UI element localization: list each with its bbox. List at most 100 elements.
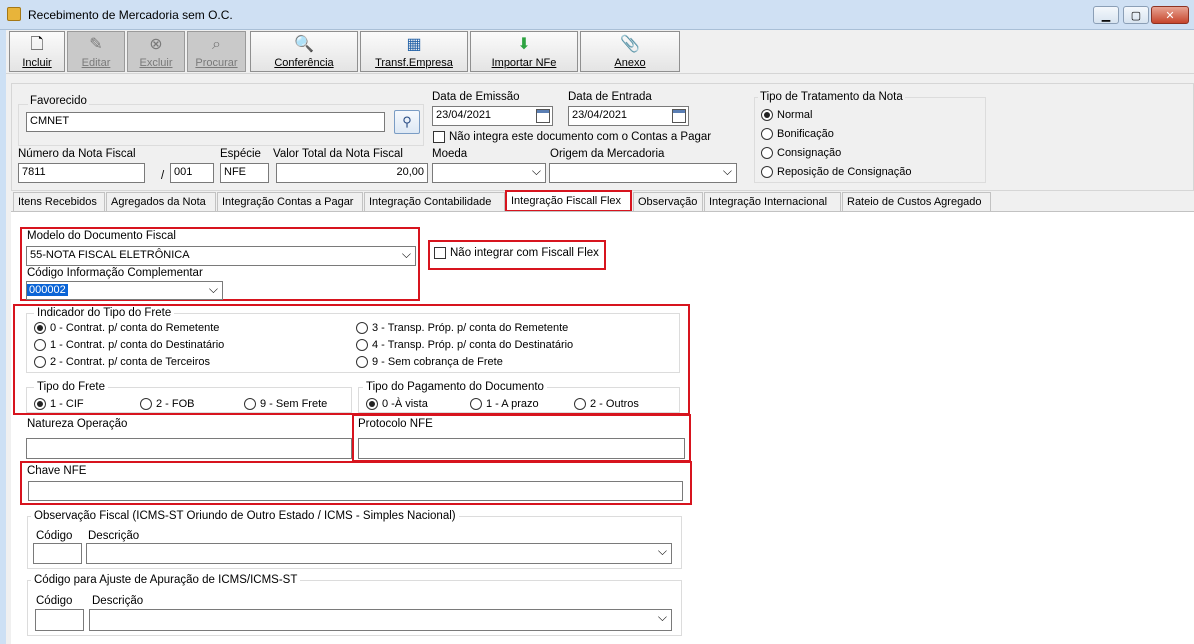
- building-icon: ▦: [406, 36, 422, 53]
- nao-integra-checkbox[interactable]: Não integra este documento com o Contas …: [433, 131, 711, 143]
- frete-3-radio[interactable]: 3 - Transp. Próp. p/ conta do Remetente: [356, 322, 568, 334]
- frete-0-radio[interactable]: 0 - Contrat. p/ conta do Remetente: [34, 322, 219, 334]
- frete-2-radio[interactable]: 2 - Contrat. p/ conta de Terceiros: [34, 356, 210, 368]
- serie-separator: /: [161, 170, 165, 182]
- radio[interactable]: [356, 339, 368, 351]
- radio[interactable]: [244, 398, 256, 410]
- radio-label: 1 - A prazo: [486, 398, 539, 410]
- moeda-label: Moeda: [432, 148, 468, 160]
- pagamento-vista-radio[interactable]: 0 -À vista: [366, 398, 428, 410]
- radio-selected[interactable]: [761, 109, 773, 121]
- moeda-select[interactable]: [432, 163, 546, 183]
- origem-select[interactable]: [549, 163, 737, 183]
- ajuste-codigo-label: Código: [36, 595, 73, 607]
- tratamento-reposicao-radio[interactable]: Reposição de Consignação: [761, 166, 912, 178]
- data-entrada-input[interactable]: 23/04/2021: [568, 106, 689, 126]
- data-emissao-input[interactable]: 23/04/2021: [432, 106, 553, 126]
- tab-agregados[interactable]: Agregados da Nota: [106, 192, 216, 212]
- radio[interactable]: [34, 356, 46, 368]
- radio[interactable]: [761, 128, 773, 140]
- valor-total-input[interactable]: 20,00: [276, 163, 428, 183]
- radio-label: 2 - FOB: [156, 398, 195, 410]
- magnifier-icon: ⚲: [402, 114, 412, 129]
- nao-integrar-checkbox[interactable]: Não integrar com Fiscall Flex: [434, 247, 599, 259]
- download-arrow-icon: ⬇: [517, 36, 531, 53]
- frete-9-radio[interactable]: 9 - Sem cobrança de Frete: [356, 356, 503, 368]
- procurar-button[interactable]: ⌕ Procurar: [187, 31, 246, 72]
- natureza-input[interactable]: [26, 438, 352, 459]
- pagamento-prazo-radio[interactable]: 1 - A prazo: [470, 398, 539, 410]
- obs-fiscal-label: Observação Fiscal (ICMS-ST Oriundo de Ou…: [31, 510, 459, 522]
- checkbox-box[interactable]: [433, 131, 445, 143]
- tipo-tratamento-label: Tipo de Tratamento da Nota: [758, 91, 905, 103]
- tab-contas-pagar[interactable]: Integração Contas a Pagar: [217, 192, 363, 212]
- excluir-button[interactable]: ⊗ Excluir: [127, 31, 185, 72]
- checkbox-box[interactable]: [434, 247, 446, 259]
- chave-label: Chave NFE: [27, 465, 87, 477]
- tipo-frete-cif-radio[interactable]: 1 - CIF: [34, 398, 84, 410]
- frete-4-radio[interactable]: 4 - Transp. Próp. p/ conta do Destinatár…: [356, 339, 573, 351]
- radio[interactable]: [470, 398, 482, 410]
- nao-integra-label: Não integra este documento com o Contas …: [449, 131, 712, 143]
- radio-selected[interactable]: [366, 398, 378, 410]
- maximize-button[interactable]: ▢: [1123, 6, 1149, 24]
- especie-input[interactable]: NFE: [220, 163, 269, 183]
- importar-nfe-button[interactable]: ⬇ Importar NFe: [470, 31, 578, 72]
- obs-codigo-input[interactable]: [33, 543, 82, 564]
- radio[interactable]: [34, 339, 46, 351]
- tipo-frete-sem-radio[interactable]: 9 - Sem Frete: [244, 398, 327, 410]
- radio-label: 2 - Outros: [590, 398, 639, 410]
- tab-itens-recebidos[interactable]: Itens Recebidos: [13, 192, 105, 212]
- calendar-icon[interactable]: [536, 109, 550, 123]
- anexo-button[interactable]: 📎 Anexo: [580, 31, 680, 72]
- radio-label: Bonificação: [777, 128, 834, 140]
- tab-observacao[interactable]: Observação: [633, 192, 703, 212]
- window-title: Recebimento de Mercadoria sem O.C.: [28, 8, 233, 22]
- calendar-icon[interactable]: [672, 109, 686, 123]
- tratamento-normal-radio[interactable]: Normal: [761, 109, 812, 121]
- natureza-label: Natureza Operação: [27, 418, 128, 430]
- radio-label: Reposição de Consignação: [777, 166, 912, 178]
- modelo-select[interactable]: 55-NOTA FISCAL ELETRÔNICA: [26, 246, 416, 266]
- close-button[interactable]: ✕: [1151, 6, 1189, 24]
- codigo-info-select[interactable]: 000002: [26, 281, 223, 300]
- transf-empresa-button[interactable]: ▦ Transf.Empresa: [360, 31, 468, 72]
- tab-internacional[interactable]: Integração Internacional: [704, 192, 841, 212]
- tipo-frete-fob-radio[interactable]: 2 - FOB: [140, 398, 195, 410]
- protocolo-input[interactable]: [358, 438, 685, 459]
- editar-button[interactable]: ✎ Editar: [67, 31, 125, 72]
- radio-label: 4 - Transp. Próp. p/ conta do Destinatár…: [372, 339, 574, 351]
- radio-selected[interactable]: [34, 398, 46, 410]
- paperclip-icon: 📎: [620, 36, 640, 53]
- ajuste-descricao-select[interactable]: [89, 609, 672, 631]
- chave-input[interactable]: [28, 481, 683, 501]
- radio[interactable]: [356, 322, 368, 334]
- radio[interactable]: [761, 166, 773, 178]
- conferencia-button[interactable]: 🔍 Conferência: [250, 31, 358, 72]
- tab-rateio[interactable]: Rateio de Custos Agregado: [842, 192, 991, 212]
- tratamento-consignacao-radio[interactable]: Consignação: [761, 147, 841, 159]
- radio-label: 9 - Sem Frete: [260, 398, 328, 410]
- tab-contabilidade[interactable]: Integração Contabilidade: [364, 192, 505, 212]
- serie-input[interactable]: 001: [170, 163, 214, 183]
- incluir-button[interactable]: 🗋 Incluir: [9, 31, 65, 72]
- radio[interactable]: [356, 356, 368, 368]
- tratamento-bonificacao-radio[interactable]: Bonificação: [761, 128, 834, 140]
- obs-descricao-select[interactable]: [86, 543, 672, 564]
- radio[interactable]: [140, 398, 152, 410]
- frete-1-radio[interactable]: 1 - Contrat. p/ conta do Destinatário: [34, 339, 224, 351]
- ajuste-codigo-input[interactable]: [35, 609, 84, 631]
- protocolo-label: Protocolo NFE: [358, 418, 433, 430]
- radio[interactable]: [761, 147, 773, 159]
- radio[interactable]: [574, 398, 586, 410]
- pagamento-outros-radio[interactable]: 2 - Outros: [574, 398, 639, 410]
- tab-fiscall-flex[interactable]: Integração Fiscall Flex: [505, 190, 632, 212]
- edit-icon: ✎: [89, 36, 103, 53]
- radio-selected[interactable]: [34, 322, 46, 334]
- minimize-button[interactable]: ▁: [1093, 6, 1119, 24]
- numero-nota-input[interactable]: 7811: [18, 163, 145, 183]
- radio-label: 0 - Contrat. p/ conta do Remetente: [50, 322, 220, 334]
- favorecido-input[interactable]: CMNET: [26, 112, 385, 132]
- favorecido-search-button[interactable]: ⚲: [394, 110, 420, 134]
- especie-label: Espécie: [220, 148, 261, 160]
